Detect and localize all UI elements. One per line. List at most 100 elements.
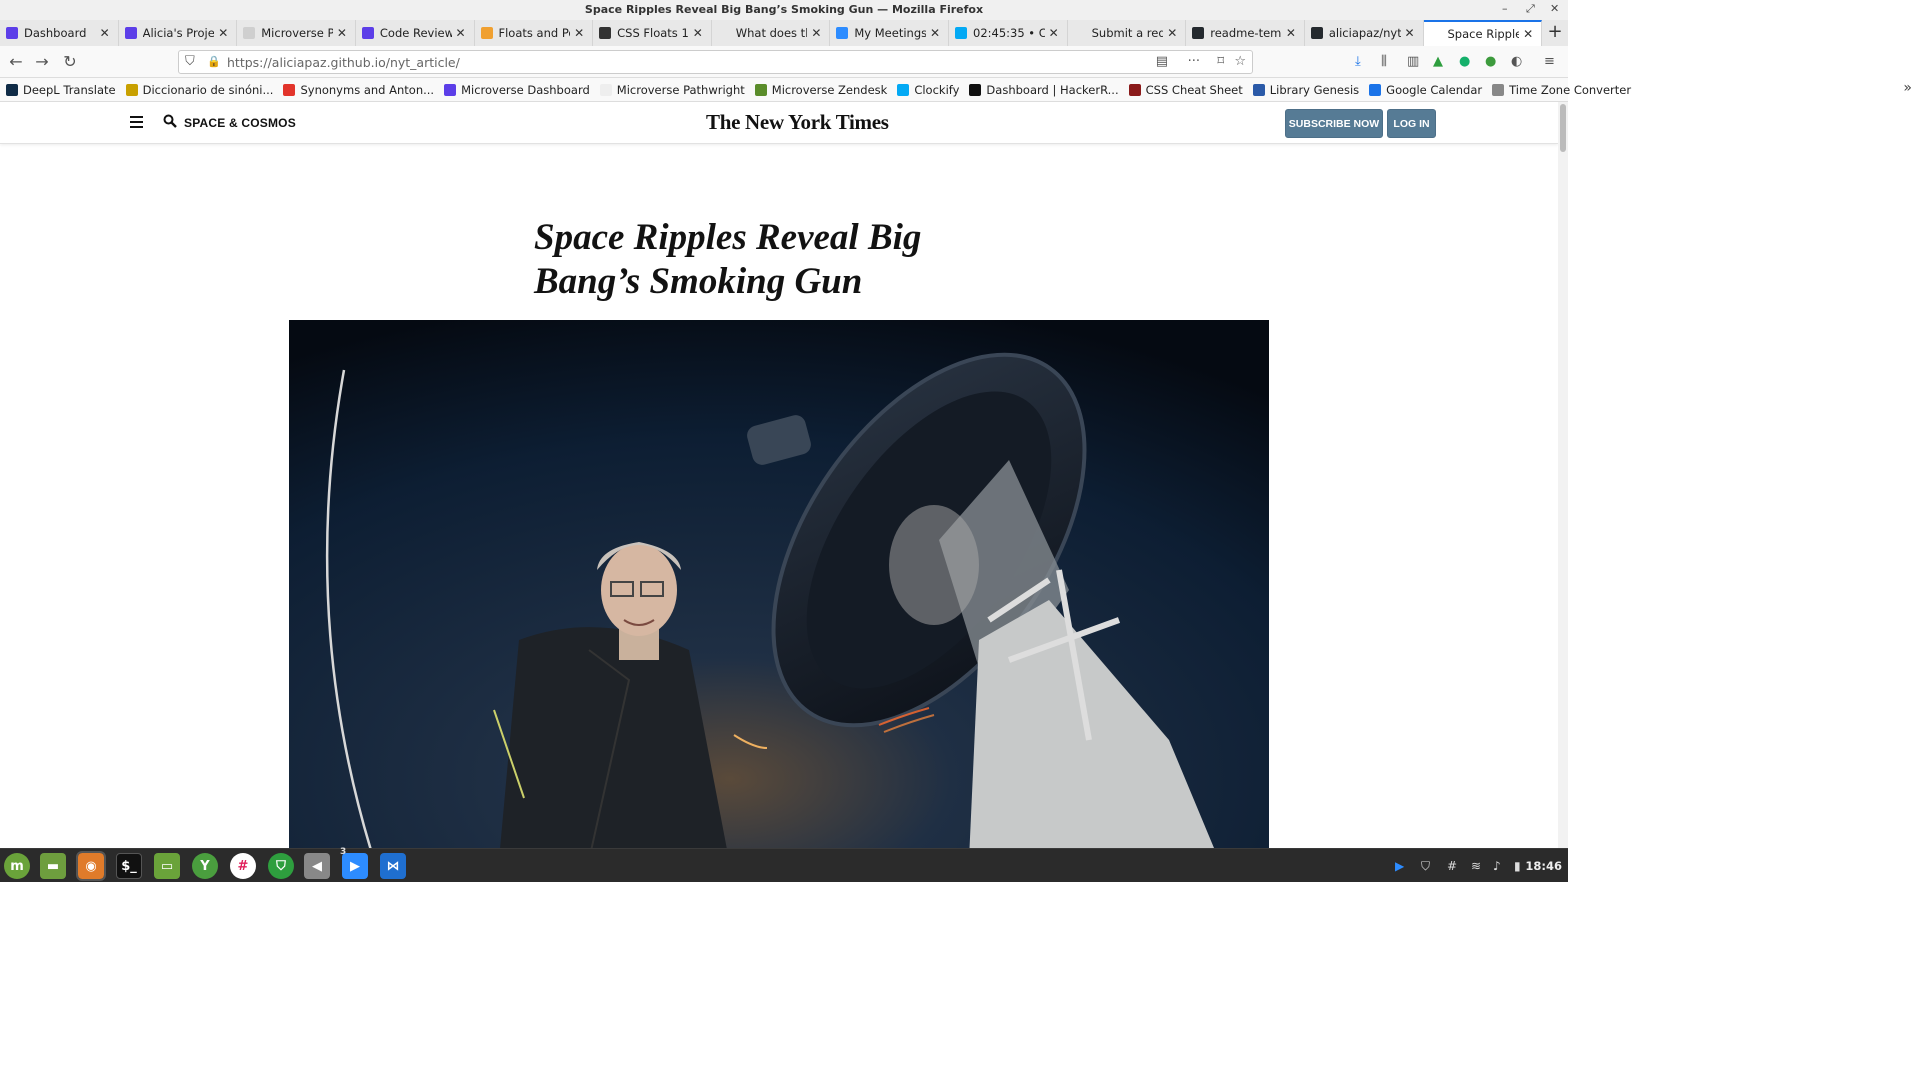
- bookmark-favicon-icon: [599, 83, 612, 96]
- menu-icon[interactable]: ≡: [1544, 54, 1555, 69]
- sidebar-icon[interactable]: ▥: [1407, 54, 1419, 69]
- bookmark-item[interactable]: Microverse Pathwright: [599, 83, 745, 97]
- bookmark-item[interactable]: Microverse Dashboard: [444, 83, 590, 97]
- browser-tab[interactable]: 02:45:35 • Clo ✕: [949, 20, 1068, 46]
- bookmark-item[interactable]: Synonyms and Anton...: [283, 83, 434, 97]
- browser-tab[interactable]: Code Review I ✕: [356, 20, 475, 46]
- close-tab-icon[interactable]: ✕: [456, 26, 468, 40]
- browser-tab[interactable]: Dashboard ✕: [0, 20, 119, 46]
- bookmark-item[interactable]: Clockify: [897, 83, 959, 97]
- vscode-icon[interactable]: ⋈: [380, 853, 406, 879]
- reader-view-icon[interactable]: ▤: [1156, 54, 1168, 69]
- browser-tab[interactable]: Space Ripples Re✕: [1423, 20, 1543, 46]
- grammarly-icon[interactable]: ●: [1459, 54, 1470, 69]
- shield-icon[interactable]: ⛉: [268, 853, 294, 879]
- close-tab-icon[interactable]: ✕: [693, 26, 705, 40]
- browser-tab[interactable]: Floats and Po ✕: [475, 20, 594, 46]
- close-tab-icon[interactable]: ✕: [1049, 26, 1061, 40]
- files-icon[interactable]: ▭: [154, 853, 180, 879]
- bookmark-item[interactable]: Microverse Zendesk: [754, 83, 887, 97]
- firefox-icon[interactable]: ◉: [76, 851, 106, 881]
- clockify-ext-icon[interactable]: ◐: [1511, 54, 1522, 69]
- page-actions-icon[interactable]: ···: [1188, 54, 1200, 69]
- browser-tab[interactable]: Microverse Pr ✕: [237, 20, 356, 46]
- battery-icon[interactable]: ▮: [1514, 859, 1521, 873]
- page-scrollbar[interactable]: [1558, 102, 1568, 848]
- bookmark-label: CSS Cheat Sheet: [1145, 82, 1243, 97]
- wifi-icon[interactable]: ≋: [1471, 859, 1481, 873]
- browser-tab[interactable]: My Meetings - ✕: [830, 20, 949, 46]
- terminal-icon[interactable]: $_: [116, 853, 142, 879]
- blank-icon: [1073, 27, 1086, 39]
- bookmark-item[interactable]: Time Zone Converter: [1492, 83, 1631, 97]
- close-tab-icon[interactable]: ✕: [1405, 26, 1417, 40]
- extension-icon[interactable]: ▲: [1433, 54, 1443, 69]
- volume-icon[interactable]: ♪: [1493, 859, 1501, 873]
- url-text[interactable]: https://aliciapaz.github.io/nyt_article/: [227, 55, 460, 70]
- article-headline: Space Ripples Reveal Big Bang’s Smoking …: [534, 217, 922, 302]
- window-title: Space Ripples Reveal Big Bang’s Smoking …: [0, 0, 1568, 20]
- browser-tab[interactable]: CSS Floats 10 ✕: [593, 20, 712, 46]
- close-tab-icon[interactable]: ✕: [1286, 26, 1298, 40]
- new-tab-button[interactable]: +: [1542, 20, 1568, 46]
- mint-menu-icon[interactable]: m: [4, 853, 30, 879]
- bookmark-item[interactable]: Google Calendar: [1369, 83, 1482, 97]
- maximize-button[interactable]: ⤢: [1526, 0, 1535, 20]
- close-tab-icon[interactable]: ✕: [100, 26, 112, 40]
- vpn-icon[interactable]: Y: [192, 853, 218, 879]
- microverse-icon: [6, 27, 18, 39]
- back-button[interactable]: ←: [6, 52, 26, 72]
- browser-tab[interactable]: What does the "M✕: [712, 20, 831, 46]
- minimize-button[interactable]: –: [1502, 0, 1508, 20]
- blank-icon: [1429, 28, 1442, 40]
- bookmark-favicon-icon: [754, 83, 767, 96]
- bookmark-star-icon[interactable]: ☆: [1234, 54, 1246, 69]
- pocket-icon[interactable]: ⌑: [1217, 54, 1224, 69]
- close-tab-icon[interactable]: ✕: [337, 26, 349, 40]
- bookmark-item[interactable]: Diccionario de sinóni...: [125, 83, 273, 97]
- clockify-icon: [955, 27, 967, 39]
- shield-tray-icon[interactable]: ⛉: [1421, 859, 1430, 874]
- reload-button[interactable]: ↻: [60, 52, 80, 72]
- downloads-icon[interactable]: ⤓: [1355, 54, 1361, 69]
- bookmark-item[interactable]: CSS Cheat Sheet: [1128, 82, 1243, 97]
- nyt-logo[interactable]: The New York Times: [706, 110, 889, 135]
- forward-button[interactable]: →: [32, 52, 52, 72]
- show-desktop-icon[interactable]: ▬: [40, 853, 66, 879]
- zoom-tray-icon[interactable]: ▶: [1395, 859, 1404, 873]
- slack-icon[interactable]: #: [230, 853, 256, 879]
- browser-tab[interactable]: Alicia's Projec ✕: [119, 20, 238, 46]
- subscribe-button[interactable]: SUBSCRIBE NOW: [1285, 109, 1383, 138]
- close-tab-icon[interactable]: ✕: [930, 26, 942, 40]
- browser-tab[interactable]: readme-temp ✕: [1186, 20, 1305, 46]
- extension-b-icon[interactable]: ●: [1485, 54, 1496, 69]
- browser-tab[interactable]: Submit a request✕: [1068, 20, 1187, 46]
- clock[interactable]: 18:46: [1525, 859, 1562, 873]
- close-tab-icon[interactable]: ✕: [1167, 26, 1179, 40]
- close-tab-icon[interactable]: ✕: [218, 26, 230, 40]
- url-bar[interactable]: ⛉ 🔒 https://aliciapaz.github.io/nyt_arti…: [178, 50, 1253, 74]
- url-path: /nyt_article/: [385, 55, 460, 70]
- section-link[interactable]: SPACE & COSMOS: [184, 116, 296, 130]
- css-icon: [599, 27, 612, 39]
- more-bookmarks-icon[interactable]: »: [1903, 80, 1912, 96]
- browser-tab[interactable]: aliciapaz/nyt_ ✕: [1305, 20, 1424, 46]
- shield-icon[interactable]: ⛉: [185, 54, 195, 69]
- bookmark-item[interactable]: Dashboard | HackerR...: [969, 83, 1119, 97]
- close-window-button[interactable]: ✕: [1550, 0, 1559, 20]
- scroll-thumb[interactable]: [1560, 104, 1566, 152]
- bookmark-favicon-icon: [1252, 83, 1265, 96]
- slack-tray-icon[interactable]: #: [1447, 859, 1457, 873]
- close-tab-icon[interactable]: ✕: [1523, 27, 1535, 41]
- library-icon[interactable]: ⫼: [1381, 54, 1387, 69]
- sound-app-icon[interactable]: ◀: [304, 853, 330, 879]
- hamburger-menu-icon[interactable]: [130, 116, 143, 129]
- bookmark-item[interactable]: DeepL Translate: [6, 83, 116, 97]
- login-button[interactable]: LOG IN: [1387, 109, 1436, 138]
- close-tab-icon[interactable]: ✕: [811, 26, 823, 40]
- lock-icon[interactable]: 🔒: [207, 55, 221, 68]
- search-icon[interactable]: [163, 114, 177, 128]
- close-tab-icon[interactable]: ✕: [574, 26, 586, 40]
- zoom-icon[interactable]: ▶ 3: [340, 847, 368, 879]
- bookmark-item[interactable]: Library Genesis: [1252, 83, 1359, 97]
